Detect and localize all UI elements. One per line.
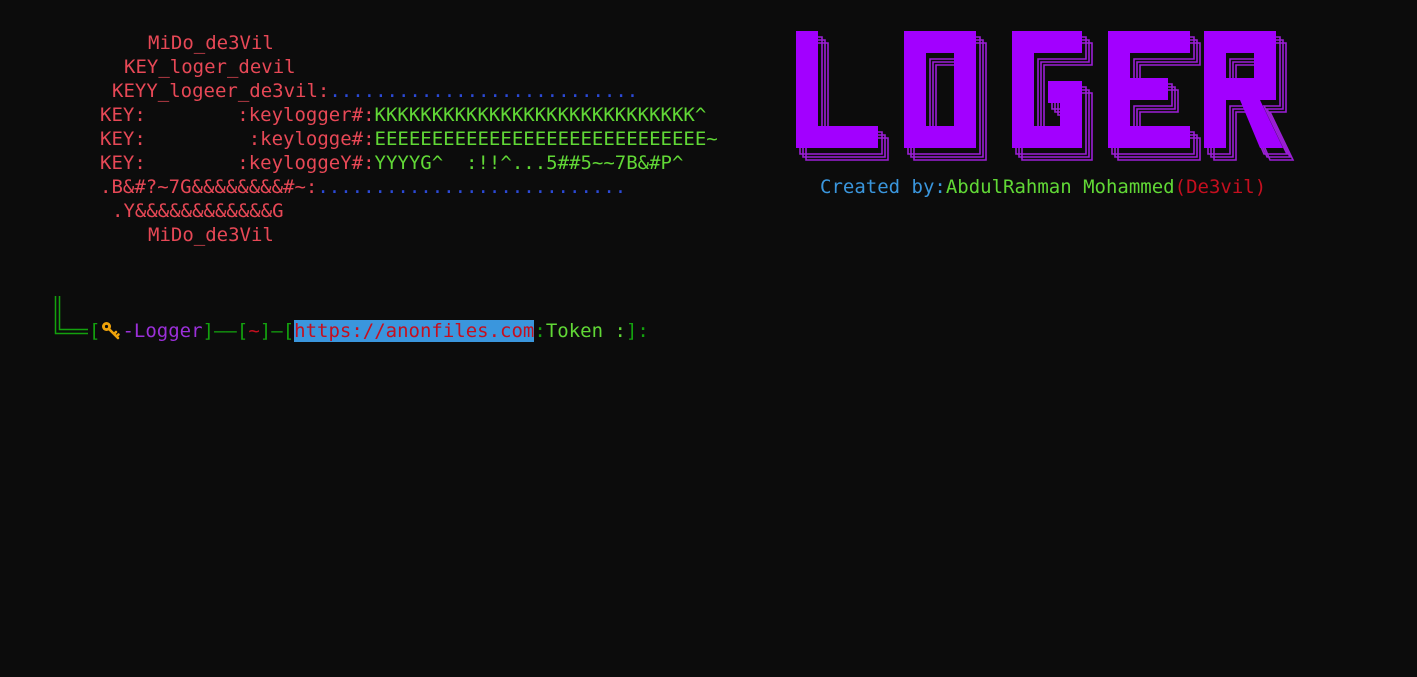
credits-author: AbdulRahman Mohammed [945, 176, 1175, 198]
banner-line-7-text: .B&#?~7G&&&&&&&&#~: [100, 176, 318, 198]
prompt-tool-name: -Logger [122, 320, 203, 342]
banner-line-9: MiDo_de3Vil [148, 224, 274, 246]
banner-line-6-text: KEY: :keyloggeY#: [100, 152, 375, 174]
banner-line-7-dots: ........................... [317, 176, 627, 198]
prompt-dir: ~ [248, 320, 260, 342]
banner-line-4-fill: KKKKKKKKKKKKKKKKKKKKKKKKKKKK^ [374, 104, 707, 126]
banner-line-5: KEY: :keylogge#:EEEEEEEEEEEEEEEEEEEEEEEE… [100, 127, 718, 151]
credits-line: Created by:AbdulRahman Mohammed(De3vil) [820, 175, 1266, 199]
prompt-dash-2: — [271, 320, 283, 342]
prompt-colon: : [534, 320, 546, 342]
credits-alias: (De3vil) [1174, 176, 1267, 198]
prompt-url[interactable]: https://anonfiles.com [294, 320, 535, 342]
prompt-corner-lines [54, 296, 88, 335]
banner-line-6: KEY: :keyloggeY#:YYYYG^ :!!^...5##5~~7B&… [100, 151, 683, 175]
banner-line-4: KEY: :keylogger#:KKKKKKKKKKKKKKKKKKKKKKK… [100, 103, 706, 127]
prompt-bracket-close: ] [202, 320, 214, 342]
prompt-dir-close: ] [259, 320, 272, 342]
prompt-bracket-open: [ [89, 320, 101, 342]
prompt-dash: —— [213, 320, 237, 342]
prompt-line: [-Logger]——[~]—[https://anonfiles.com:To… [89, 319, 649, 343]
banner-line-4-text: KEY: :keylogger#: [100, 104, 375, 126]
banner-line-8: .Y&&&&&&&&&&&&G [112, 200, 284, 222]
banner-line-1: MiDo_de3Vil [148, 32, 274, 54]
banner-line-5-text: KEY: :keylogge#: [100, 128, 375, 150]
prompt-end: ]: [625, 320, 649, 342]
banner-line-3-dots: ........................... [329, 80, 639, 102]
banner-line-6-fill: YYYYG^ :!!^...5##5~~7B&#P^ [374, 152, 684, 174]
key-icon [100, 320, 122, 346]
prompt-token-label: Token : [545, 320, 626, 342]
prompt-url-open: [ [282, 320, 295, 342]
loger-logo [796, 31, 1294, 161]
banner-line-3-text: KEYY_logeer_de3vil: [112, 80, 330, 102]
credits-label: Created by: [820, 176, 946, 198]
prompt-dir-open: [ [236, 320, 249, 342]
banner-line-7: .B&#?~7G&&&&&&&&#~:.....................… [100, 175, 626, 199]
banner-line-5-fill: EEEEEEEEEEEEEEEEEEEEEEEEEEEEE~ [374, 128, 718, 150]
banner-line-3: KEYY_logeer_de3vil:.....................… [112, 79, 638, 103]
banner-line-2: KEY_loger_devil [124, 56, 296, 78]
